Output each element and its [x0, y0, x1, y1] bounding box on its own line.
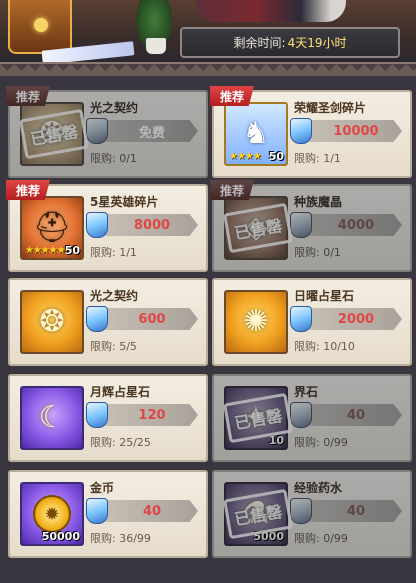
- character-art: [196, 0, 346, 22]
- recommend-tag: 推荐: [6, 180, 50, 200]
- item-name: 界石: [294, 385, 319, 399]
- shop-item-card[interactable]: ☾ 月辉占星石 120 限购: 25/25: [8, 374, 208, 462]
- top-banner: 剩余时间: 4天19小时: [0, 0, 416, 62]
- purchase-limit: 限购: 0/99: [294, 532, 348, 545]
- decorative-frieze: [0, 62, 416, 76]
- item-quantity: 50: [64, 244, 80, 257]
- purchase-limit: 限购: 0/1: [294, 246, 341, 259]
- shop-item-card[interactable]: ✦ 10 已售罄 界石 40 限购: 0/99: [212, 374, 412, 462]
- item-name: 5星英雄碎片: [90, 195, 159, 209]
- shop-item-card[interactable]: 推荐 ⛑ ★★★★★ 50 5星英雄碎片 8000 限购: 1/1: [6, 180, 208, 272]
- treasure-chest-icon[interactable]: [8, 0, 72, 54]
- item-name: 月辉占星石: [90, 385, 151, 399]
- item-quantity: 50: [268, 150, 284, 163]
- timer-label: 剩余时间:: [233, 36, 286, 50]
- purchase-limit: 限购: 10/10: [294, 340, 355, 353]
- recommend-tag: 推荐: [210, 86, 254, 106]
- shop-item-card[interactable]: 推荐 ❂ 已售罄 光之契约 免费 限购: 0/1: [6, 86, 208, 178]
- item-name: 金币: [90, 481, 115, 495]
- shop-item-card[interactable]: ✺ 日曜占星石 2000 限购: 10/10: [212, 278, 412, 366]
- item-name: 光之契约: [90, 101, 139, 115]
- shop-item-card[interactable]: ❂ 光之契约 600 限购: 5/5: [8, 278, 208, 366]
- diamond-icon: [290, 498, 312, 524]
- shop-item-card[interactable]: ✹ 50000 金币 40 限购: 36/99: [8, 470, 208, 558]
- diamond-icon: [86, 118, 108, 144]
- contract-icon: ❂: [20, 290, 84, 354]
- star-rating: ★★★★: [229, 151, 262, 162]
- diamond-icon: [86, 498, 108, 524]
- item-quantity: 50000: [41, 530, 80, 543]
- moon-stone-icon: ☾: [20, 386, 84, 450]
- diamond-icon: [86, 212, 108, 238]
- hero-shard-icon: ♞ ★★★★ 50: [224, 102, 288, 166]
- diamond-icon: [86, 306, 108, 332]
- recommend-tag: 推荐: [210, 180, 254, 200]
- item-name: 荣耀圣剑碎片: [294, 101, 367, 115]
- shop-item-card[interactable]: 推荐 ◈ 已售罄 种族魔晶 4000 限购: 0/1: [210, 180, 412, 272]
- gold-coin-icon: ✹ 50000: [20, 482, 84, 546]
- sun-stone-icon: ✺: [224, 290, 288, 354]
- shop-panel: 推荐 ❂ 已售罄 光之契约 免费 限购: 0/1 推荐 ♞ ★★★★ 50 荣耀…: [0, 76, 416, 583]
- purchase-limit: 限购: 1/1: [90, 246, 137, 259]
- item-name: 日曜占星石: [294, 289, 355, 303]
- purchase-limit: 限购: 0/1: [90, 152, 137, 165]
- star-rating: ★★★★★: [25, 245, 66, 256]
- diamond-icon: [290, 402, 312, 428]
- shop-item-card[interactable]: 推荐 ♞ ★★★★ 50 荣耀圣剑碎片 10000 限购: 1/1: [210, 86, 412, 178]
- diamond-icon: [290, 212, 312, 238]
- purchase-limit: 限购: 0/99: [294, 436, 348, 449]
- item-name: 种族魔晶: [294, 195, 343, 209]
- item-name: 经验药水: [294, 481, 343, 495]
- pot-decoration: [146, 38, 166, 54]
- purchase-limit: 限购: 25/25: [90, 436, 151, 449]
- helmet-shard-icon: ⛑ ★★★★★ 50: [20, 196, 84, 260]
- purchase-limit: 限购: 5/5: [90, 340, 137, 353]
- item-name: 光之契约: [90, 289, 139, 303]
- diamond-icon: [290, 306, 312, 332]
- shop-item-card[interactable]: ⚗ 5000 已售罄 经验药水 40 限购: 0/99: [212, 470, 412, 558]
- diamond-icon: [86, 402, 108, 428]
- purchase-limit: 限购: 1/1: [294, 152, 341, 165]
- timer-value: 4天19小时: [287, 36, 347, 50]
- purchase-limit: 限购: 36/99: [90, 532, 151, 545]
- diamond-icon: [290, 118, 312, 144]
- recommend-tag: 推荐: [6, 86, 50, 106]
- remaining-time-box: 剩余时间: 4天19小时: [180, 27, 400, 58]
